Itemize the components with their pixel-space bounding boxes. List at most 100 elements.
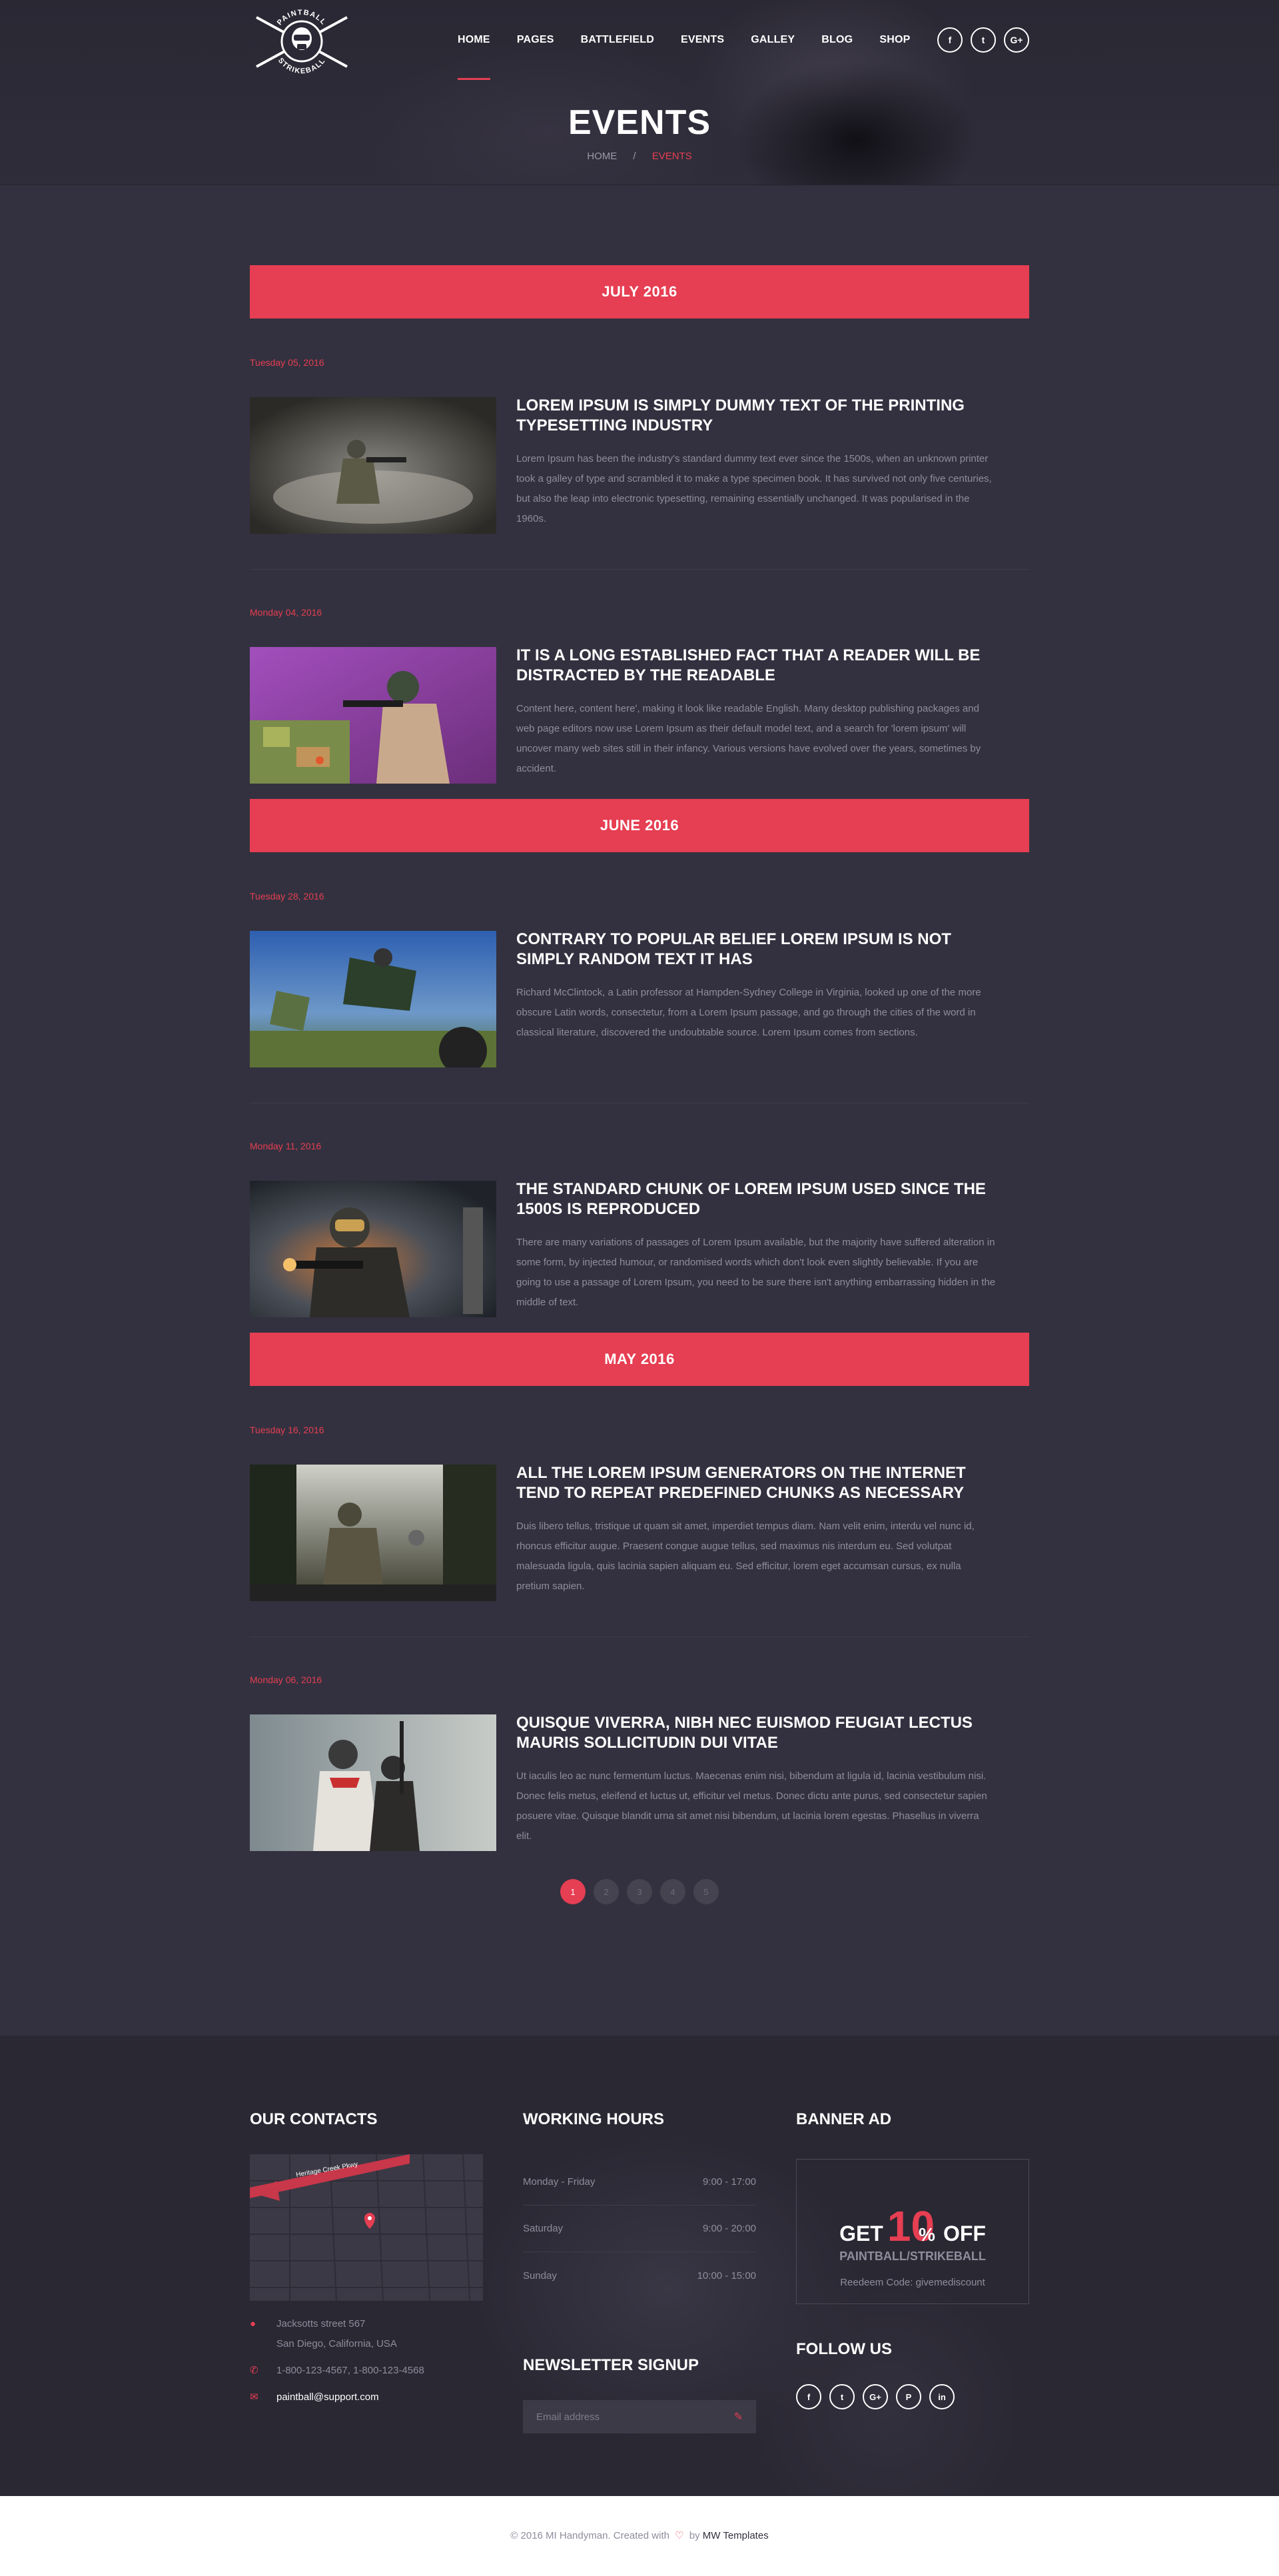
address: ● Jacksotts street 567 San Diego, Califo… (250, 2314, 483, 2354)
pinterest-icon[interactable]: P (896, 2384, 921, 2409)
event-item: Monday 11, 2016 THE STANDARD CHUNK OF LO… (250, 1103, 1029, 1333)
banner-title: BANNER AD (796, 2110, 892, 2128)
month-header: JUNE 2016 (250, 799, 1029, 852)
pencil-icon[interactable]: ✎ (734, 2410, 743, 2423)
page-1-button[interactable]: 1 (560, 1879, 586, 1904)
month-header: JULY 2016 (250, 265, 1029, 319)
event-item: Tuesday 28, 2016 CONTRARY TO POPULAR BEL… (250, 852, 1029, 1103)
facebook-icon[interactable]: f (796, 2384, 821, 2409)
newsletter-title: NEWSLETTER SIGNUP (523, 2356, 699, 2374)
event-description: Lorem Ipsum has been the industry's stan… (516, 453, 992, 524)
nav-battlefield[interactable]: Battlefield (568, 0, 667, 80)
email-link[interactable]: paintball@support.com (276, 2387, 379, 2407)
nav-home[interactable]: Home (444, 0, 504, 80)
page-header: PAINTBALL STRIKEBALL Home Pages Battlefi… (0, 0, 1279, 185)
linkedin-icon[interactable]: in (929, 2384, 955, 2409)
event-image[interactable] (250, 931, 496, 1067)
event-title[interactable]: CONTRARY TO POPULAR BELIEF LOREM IPSUM I… (516, 930, 996, 969)
banner-percent: % (919, 2224, 935, 2245)
event-description: Content here, content here', making it l… (516, 703, 981, 774)
breadcrumb: HOME / EVENTS (250, 151, 1029, 162)
location-map[interactable]: Heritage Creek Pkwy (250, 2154, 483, 2301)
event-item: Tuesday 16, 2016 ALL THE LOREM IPSUM GEN… (250, 1386, 1029, 1637)
hours-title: WORKING HOURS (523, 2110, 664, 2128)
page-title: EVENTS (568, 103, 711, 142)
google-plus-icon[interactable]: G+ (1004, 27, 1029, 53)
event-title[interactable]: ALL THE LOREM IPSUM GENERATORS ON THE IN… (516, 1463, 996, 1503)
event-date: Tuesday 28, 2016 (250, 891, 324, 902)
hours-column: WORKING HOURS Monday - Friday 9:00 - 17:… (523, 2110, 756, 2433)
event-description: There are many variations of passages of… (516, 1237, 996, 1308)
banner-get: GET (839, 2222, 883, 2246)
footer-social-links: f t G+ P in (796, 2384, 1029, 2409)
nav-blog[interactable]: Blog (808, 0, 866, 80)
pagination: 1 2 3 4 5 (250, 1879, 1029, 1904)
event-item: Monday 06, 2016 QUISQUE VIVERRA, NIBH NE… (250, 1637, 1029, 1851)
event-title[interactable]: QUISQUE VIVERRA, NIBH NEC EUISMOD FEUGIA… (516, 1713, 996, 1753)
banner-column: BANNER AD GET 10 % OFF PAINTBALL/STRIKEB… (796, 2110, 1029, 2433)
nav-galley[interactable]: Galley (737, 0, 808, 80)
event-description: Duis libero tellus, tristique ut quam si… (516, 1521, 975, 1592)
email: ✉ paintball@support.com (250, 2387, 483, 2407)
banner-off: OFF (943, 2222, 986, 2246)
copyright-text: © 2016 MI Handyman. Created with (510, 2530, 669, 2541)
breadcrumb-separator: / (633, 151, 636, 162)
event-image[interactable] (250, 1181, 496, 1317)
facebook-icon[interactable]: f (937, 27, 963, 53)
twitter-icon[interactable]: t (829, 2384, 855, 2409)
copyright-by: by (689, 2530, 700, 2541)
banner-code: Reedeem Code: givemediscount (840, 2277, 985, 2288)
heart-icon: ♡ (675, 2530, 684, 2541)
hours-row: Sunday 10:00 - 15:00 (523, 2252, 756, 2299)
envelope-icon: ✉ (250, 2391, 258, 2403)
event-description: Richard McClintock, a Latin professor at… (516, 987, 981, 1038)
brand-link[interactable]: MW Templates (703, 2530, 769, 2541)
page-3-button[interactable]: 3 (627, 1879, 652, 1904)
hours-day: Sunday (523, 2269, 557, 2281)
address-line-2: San Diego, California, USA (276, 2338, 397, 2349)
copyright-bar: © 2016 MI Handyman. Created with ♡ by MW… (0, 2496, 1279, 2576)
page-5-button[interactable]: 5 (693, 1879, 719, 1904)
discount-banner[interactable]: GET 10 % OFF PAINTBALL/STRIKEBALL Reedee… (796, 2159, 1029, 2304)
event-description: Ut iaculis leo ac nunc fermentum luctus.… (516, 1770, 987, 1842)
event-image[interactable] (250, 397, 496, 534)
event-image[interactable] (250, 647, 496, 784)
contacts-column: OUR CONTACTS Heritage Creek Pkwy ● Jacks… (250, 2110, 483, 2433)
main-nav: Home Pages Battlefield Events Galley Blo… (444, 0, 923, 80)
breadcrumb-current: EVENTS (651, 151, 692, 162)
hours-list: Monday - Friday 9:00 - 17:00 Saturday 9:… (523, 2159, 756, 2299)
page-4-button[interactable]: 4 (660, 1879, 685, 1904)
event-date: Monday 11, 2016 (250, 1141, 322, 1151)
follow-title: FOLLOW US (796, 2340, 892, 2358)
site-footer: OUR CONTACTS Heritage Creek Pkwy ● Jacks… (0, 2036, 1279, 2496)
hours-day: Saturday (523, 2223, 564, 2234)
nav-pages[interactable]: Pages (504, 0, 568, 80)
contacts-title: OUR CONTACTS (250, 2110, 378, 2128)
phone-icon: ✆ (250, 2365, 258, 2376)
event-title[interactable]: LOREM IPSUM IS SIMPLY DUMMY TEXT OF THE … (516, 396, 996, 436)
event-title[interactable]: THE STANDARD CHUNK OF LOREM IPSUM USED S… (516, 1179, 996, 1219)
month-header: MAY 2016 (250, 1333, 1029, 1386)
nav-events[interactable]: Events (667, 0, 737, 80)
breadcrumb-home[interactable]: HOME (587, 151, 617, 162)
newsletter-email-input[interactable]: Email address (536, 2411, 600, 2423)
event-image[interactable] (250, 1714, 496, 1851)
google-plus-icon[interactable]: G+ (863, 2384, 888, 2409)
banner-subtitle: PAINTBALL/STRIKEBALL (839, 2250, 986, 2263)
twitter-icon[interactable]: t (971, 27, 996, 53)
site-logo[interactable]: PAINTBALL STRIKEBALL (250, 4, 354, 76)
hours-time: 9:00 - 17:00 (702, 2176, 756, 2188)
hours-row: Saturday 9:00 - 20:00 (523, 2206, 756, 2252)
hours-time: 10:00 - 15:00 (697, 2269, 756, 2281)
nav-shop[interactable]: Shop (866, 0, 923, 80)
event-date: Monday 06, 2016 (250, 1674, 322, 1685)
event-date: Tuesday 16, 2016 (250, 1425, 324, 1435)
page-2-button[interactable]: 2 (594, 1879, 619, 1904)
event-image[interactable] (250, 1465, 496, 1601)
phones: ✆ 1-800-123-4567, 1-800-123-4568 (250, 2361, 483, 2381)
event-date: Tuesday 05, 2016 (250, 357, 324, 368)
top-bar: PAINTBALL STRIKEBALL Home Pages Battlefi… (250, 0, 1029, 80)
header-social-links: f t G+ (937, 27, 1029, 53)
location-icon: ● (250, 2318, 256, 2329)
event-title[interactable]: IT IS A LONG ESTABLISHED FACT THAT A REA… (516, 646, 996, 686)
